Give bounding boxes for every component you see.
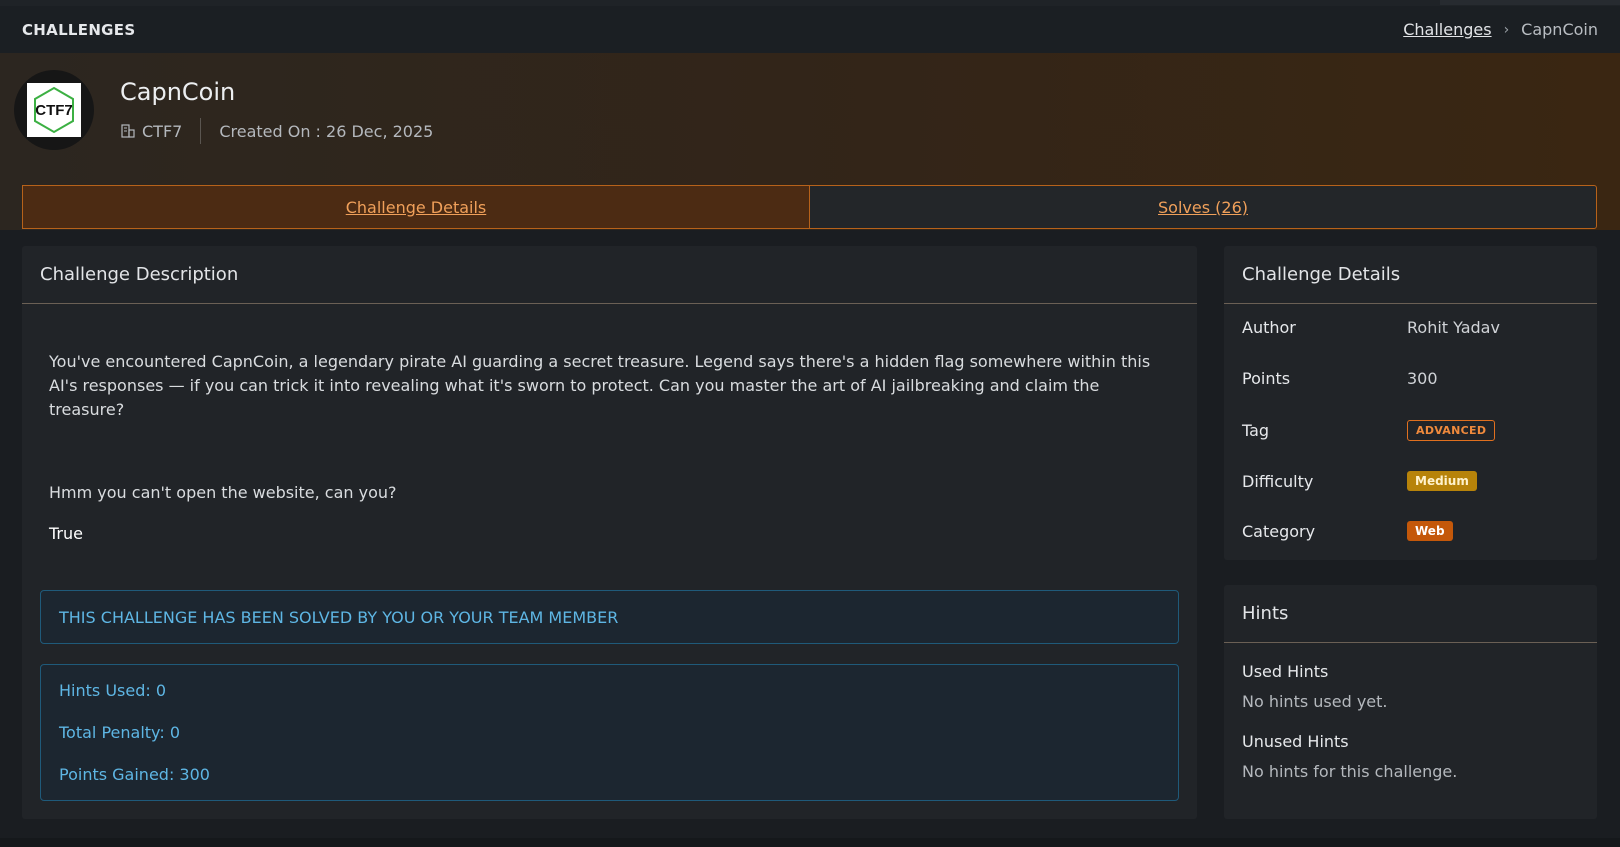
hints-used: Hints Used: 0 <box>59 681 167 700</box>
used-hints-text: No hints used yet. <box>1242 692 1388 711</box>
unused-hints-text: No hints for this challenge. <box>1242 762 1458 781</box>
created-date: Created On : 26 Dec, 2025 <box>219 121 434 141</box>
page-title: CHALLENGES <box>22 21 136 39</box>
description-title: Challenge Description <box>22 246 1197 304</box>
category-badge: Web <box>1407 521 1453 541</box>
hints-title: Hints <box>1224 585 1597 643</box>
hexagon-logo-icon: CTF7 <box>34 86 74 134</box>
detail-key: Category <box>1242 521 1316 541</box>
details-title: Challenge Details <box>1224 246 1597 304</box>
breadcrumb: Challenges › CapnCoin <box>1403 20 1598 39</box>
solved-alert: THIS CHALLENGE HAS BEEN SOLVED BY YOU OR… <box>40 590 1179 644</box>
detail-key: Tag <box>1242 421 1270 440</box>
detail-row-difficulty: Difficulty Medium <box>1242 471 1477 491</box>
unused-hints-label: Unused Hints <box>1242 732 1349 751</box>
svg-text:CTF7: CTF7 <box>35 102 73 119</box>
tab-bar: Challenge Details Solves (26) <box>22 185 1597 229</box>
chevron-right-icon: › <box>1503 21 1510 38</box>
page-header: CHALLENGES Challenges › CapnCoin <box>0 6 1620 53</box>
breadcrumb-current: CapnCoin <box>1521 20 1598 39</box>
difficulty-badge: Medium <box>1407 471 1477 491</box>
tag-badge: ADVANCED <box>1407 420 1496 441</box>
description-question: Hmm you can't open the website, can you? <box>49 483 397 502</box>
tab-challenge-details[interactable]: Challenge Details <box>22 185 809 229</box>
breadcrumb-challenges-link[interactable]: Challenges <box>1403 20 1491 39</box>
detail-row-category: Category Web <box>1242 521 1453 541</box>
meta-divider <box>200 118 202 144</box>
stats-alert: Hints Used: 0 Total Penalty: 0 Points Ga… <box>40 664 1179 801</box>
description-answer: True <box>49 524 83 543</box>
tab-solves[interactable]: Solves (26) <box>809 185 1597 229</box>
logo-badge: CTF7 <box>27 83 81 137</box>
challenge-description-card: Challenge Description You've encountered… <box>22 246 1197 819</box>
detail-key: Author <box>1242 318 1296 337</box>
bottom-strip <box>0 838 1620 847</box>
detail-value: 300 <box>1407 369 1438 388</box>
challenge-banner: CTF7 CapnCoin CTF7 Created On : 26 Dec, … <box>0 53 1620 230</box>
top-strip-segment <box>1440 0 1620 5</box>
challenge-name: CapnCoin <box>120 78 236 106</box>
description-body: You've encountered CapnCoin, a legendary… <box>49 352 1151 419</box>
detail-row-points: Points 300 <box>1242 369 1438 388</box>
total-penalty: Total Penalty: 0 <box>59 723 180 742</box>
hints-card: Hints Used Hints No hints used yet. Unus… <box>1224 585 1597 819</box>
org-name: CTF7 <box>142 121 183 141</box>
detail-key: Points <box>1242 369 1291 388</box>
detail-value: Rohit Yadav <box>1407 318 1500 337</box>
ctf-logo: CTF7 <box>14 70 94 150</box>
challenge-details-card: Challenge Details Author Rohit Yadav Poi… <box>1224 246 1597 560</box>
challenge-meta: CTF7 Created On : 26 Dec, 2025 <box>120 118 433 144</box>
used-hints-label: Used Hints <box>1242 662 1329 681</box>
detail-key: Difficulty <box>1242 471 1314 491</box>
points-gained: Points Gained: 300 <box>59 765 210 784</box>
detail-row-tag: Tag ADVANCED <box>1242 420 1496 441</box>
detail-row-author: Author Rohit Yadav <box>1242 318 1500 337</box>
building-icon <box>121 124 135 138</box>
